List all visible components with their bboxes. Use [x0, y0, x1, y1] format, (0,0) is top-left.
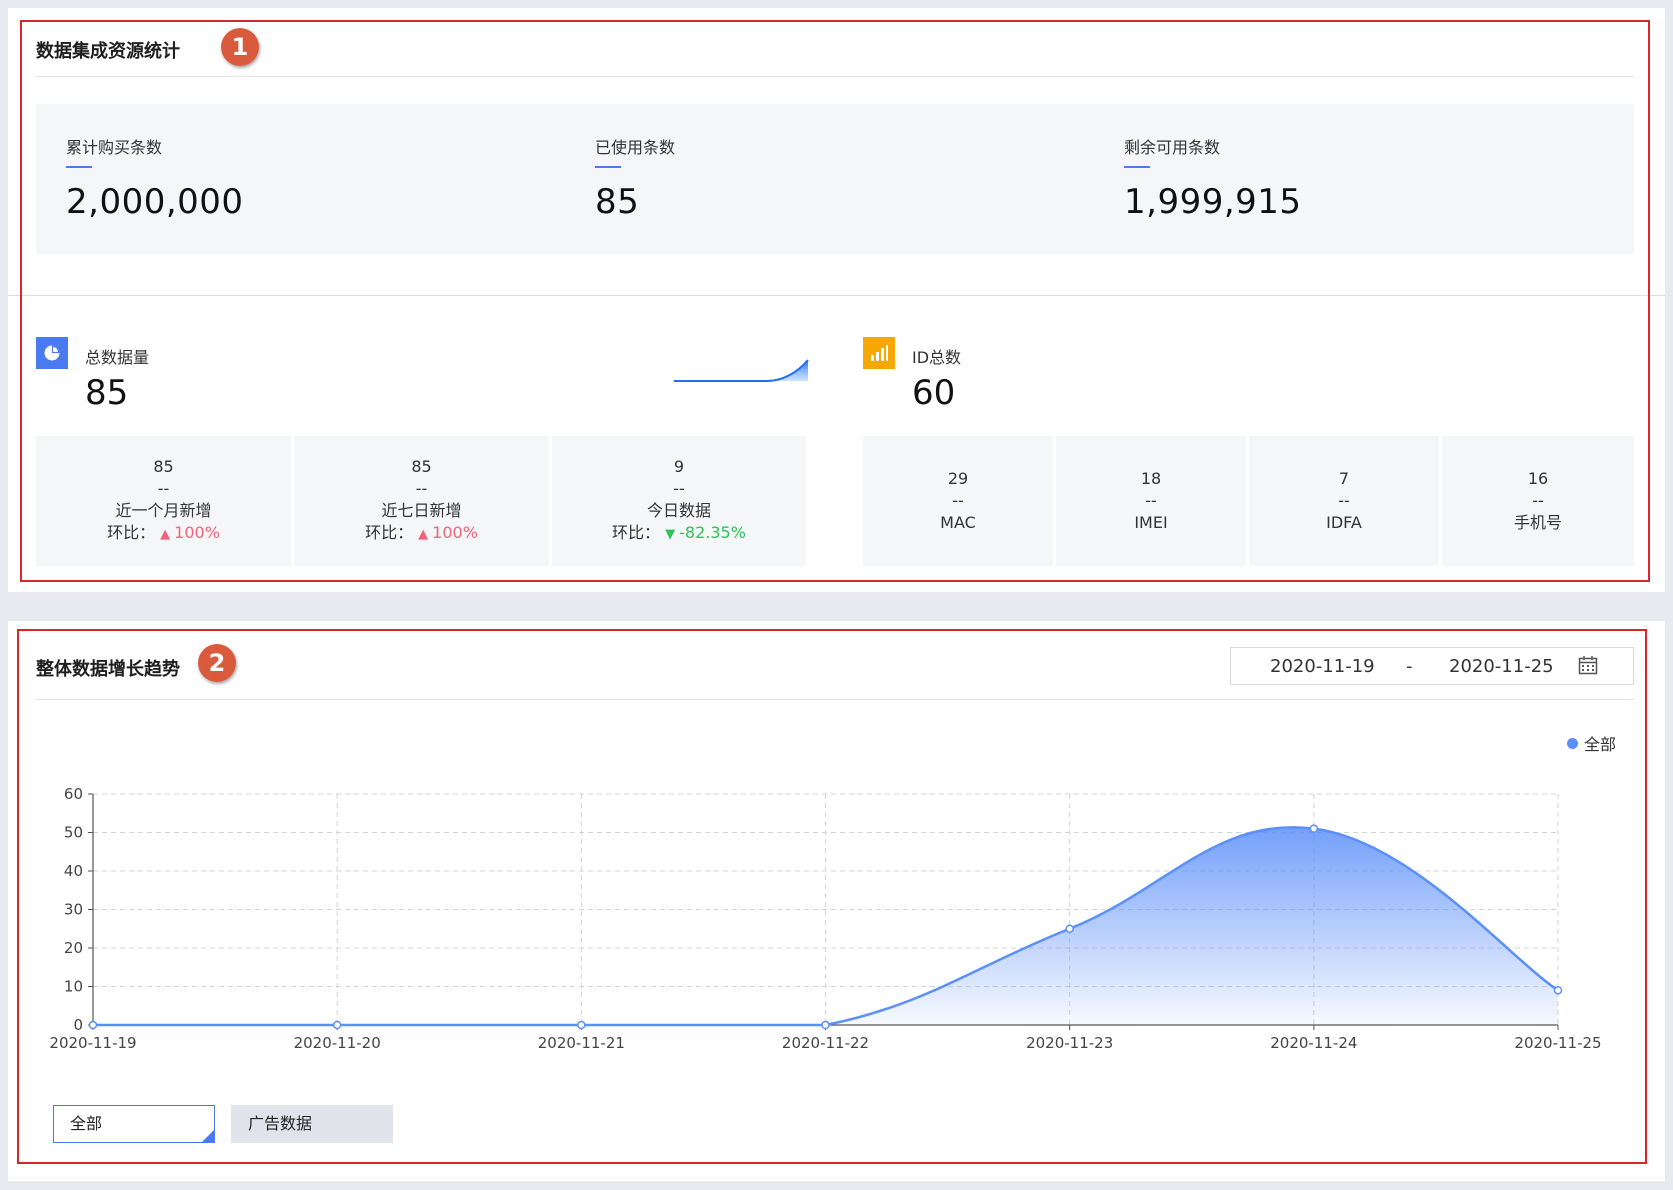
- data-point: [332, 1020, 342, 1030]
- y-tick-label: 10: [64, 978, 83, 996]
- x-tick-label: 2020-11-23: [1026, 1034, 1113, 1052]
- filter-all-button[interactable]: 全部: [53, 1105, 215, 1143]
- selected-corner-icon: [202, 1130, 214, 1142]
- x-tick-label: 2020-11-19: [49, 1034, 136, 1052]
- filter-ad-label: 广告数据: [248, 1114, 313, 1133]
- y-tick-label: 60: [64, 785, 83, 803]
- data-point: [1553, 986, 1563, 995]
- x-tick-label: 2020-11-25: [1514, 1034, 1601, 1052]
- x-tick-label: 2020-11-22: [782, 1034, 869, 1052]
- y-tick-label: 30: [64, 901, 83, 919]
- trend-chart: 0 10 20 30 40 50 60 2020-11-19 2020-11-20 2020-11…: [49, 785, 1601, 1052]
- x-tick-label: 2020-11-21: [538, 1034, 625, 1052]
- y-tick-label: 20: [64, 939, 83, 957]
- x-tick-label: 2020-11-20: [294, 1034, 381, 1052]
- y-tick-label: 0: [73, 1016, 83, 1034]
- data-point: [88, 1020, 98, 1030]
- data-point: [577, 1020, 586, 1030]
- y-tick-label: 40: [64, 862, 83, 880]
- data-point: [1309, 824, 1319, 833]
- x-tick-label: 2020-11-24: [1270, 1034, 1357, 1052]
- y-tick-label: 50: [64, 824, 83, 842]
- filter-all-label: 全部: [70, 1114, 103, 1133]
- filter-ad-button[interactable]: 广告数据: [231, 1105, 393, 1143]
- data-point: [1065, 924, 1074, 933]
- data-point: [821, 1020, 830, 1030]
